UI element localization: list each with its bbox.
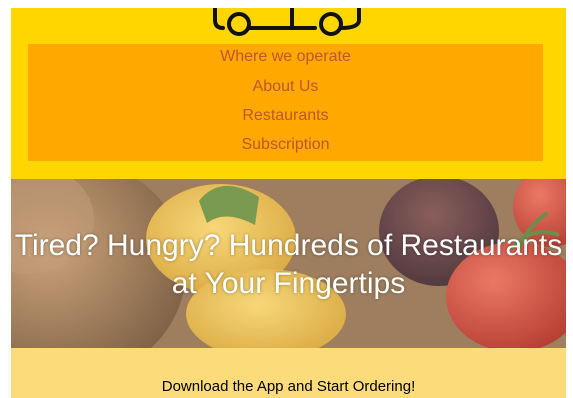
download-app-text: Download the App and Start Ordering! xyxy=(161,378,416,395)
nav-item-subscription[interactable]: Subscription xyxy=(28,136,543,154)
main-nav: Where we operate About Us Restaurants Su… xyxy=(28,44,543,161)
nav-item-where-we-operate[interactable]: Where we operate xyxy=(28,48,543,66)
truck-logo-icon[interactable] xyxy=(209,8,369,36)
download-section: Download the App and Start Ordering! xyxy=(11,348,566,398)
hero-title: Tired? Hungry? Hundreds of Restaurants a… xyxy=(14,229,563,300)
nav-item-about-us[interactable]: About Us xyxy=(28,78,543,96)
hero-section: Tired? Hungry? Hundreds of Restaurants a… xyxy=(11,179,566,348)
page: Where we operate About Us Restaurants Su… xyxy=(11,8,566,398)
site-header: Where we operate About Us Restaurants Su… xyxy=(11,8,566,179)
nav-item-restaurants[interactable]: Restaurants xyxy=(28,107,543,125)
